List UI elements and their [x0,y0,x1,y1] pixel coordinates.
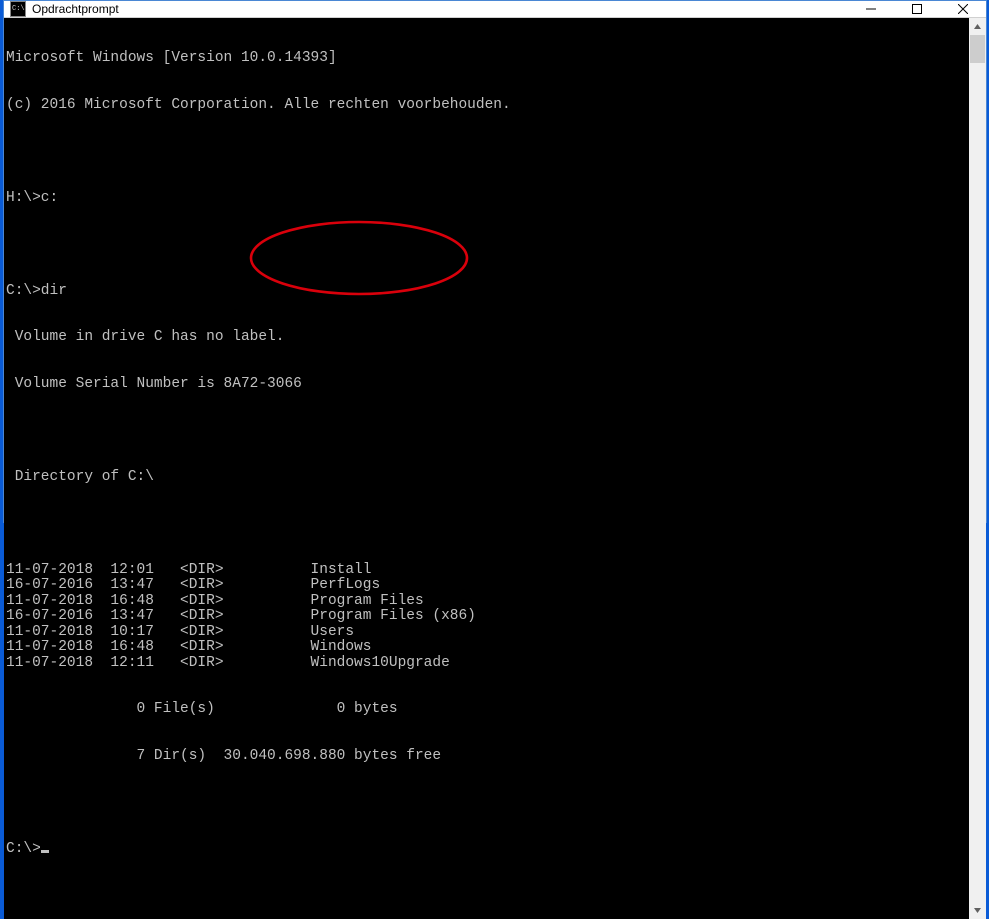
dir-entry: 11-07-2018 12:11 <DIR> Windows10Upgrade [6,656,969,672]
vertical-scrollbar[interactable] [969,18,986,919]
terminal-line: Volume Serial Number is 8A72-3066 [6,377,969,393]
scroll-up-button[interactable] [969,18,986,35]
window-controls [848,1,986,17]
terminal-line: Directory of C:\ [6,470,969,486]
client-area: Microsoft Windows [Version 10.0.14393] (… [4,18,986,919]
terminal-summary: 0 File(s) 0 bytes [6,702,969,718]
cursor [41,850,49,853]
terminal-line [6,516,969,532]
scroll-down-button[interactable] [969,902,986,919]
terminal-prompt-line: H:\>c: [6,191,969,207]
window-title: Opdrachtprompt [32,2,848,16]
terminal-line [6,144,969,160]
maximize-button[interactable] [894,1,940,17]
dir-entry: 11-07-2018 16:48 <DIR> Windows [6,640,969,656]
dir-entry: 11-07-2018 12:01 <DIR> Install [6,563,969,579]
terminal-line: Microsoft Windows [Version 10.0.14393] [6,51,969,67]
scroll-track[interactable] [969,35,986,902]
cmd-icon: C:\ [10,1,26,17]
scroll-thumb[interactable] [970,35,985,63]
dir-entry: 16-07-2016 13:47 <DIR> Program Files (x8… [6,609,969,625]
terminal-summary: 7 Dir(s) 30.040.698.880 bytes free [6,749,969,765]
terminal-line: (c) 2016 Microsoft Corporation. Alle rec… [6,98,969,114]
minimize-button[interactable] [848,1,894,17]
terminal-line: Volume in drive C has no label. [6,330,969,346]
close-button[interactable] [940,1,986,17]
command-prompt-window: C:\ Opdrachtprompt Microsoft Windows [Ve… [3,0,987,523]
svg-text:C:\: C:\ [12,5,25,13]
dir-entry: 16-07-2016 13:47 <DIR> PerfLogs [6,578,969,594]
terminal-line [6,237,969,253]
terminal-line [6,795,969,811]
terminal-line [6,423,969,439]
dir-entry: 11-07-2018 16:48 <DIR> Program Files [6,594,969,610]
red-circle-annotation [244,187,474,329]
terminal-prompt-line: C:\>dir [6,284,969,300]
terminal-output[interactable]: Microsoft Windows [Version 10.0.14393] (… [4,18,969,919]
titlebar[interactable]: C:\ Opdrachtprompt [4,1,986,18]
terminal-prompt-line: C:\> [6,842,969,858]
dir-entry: 11-07-2018 10:17 <DIR> Users [6,625,969,641]
